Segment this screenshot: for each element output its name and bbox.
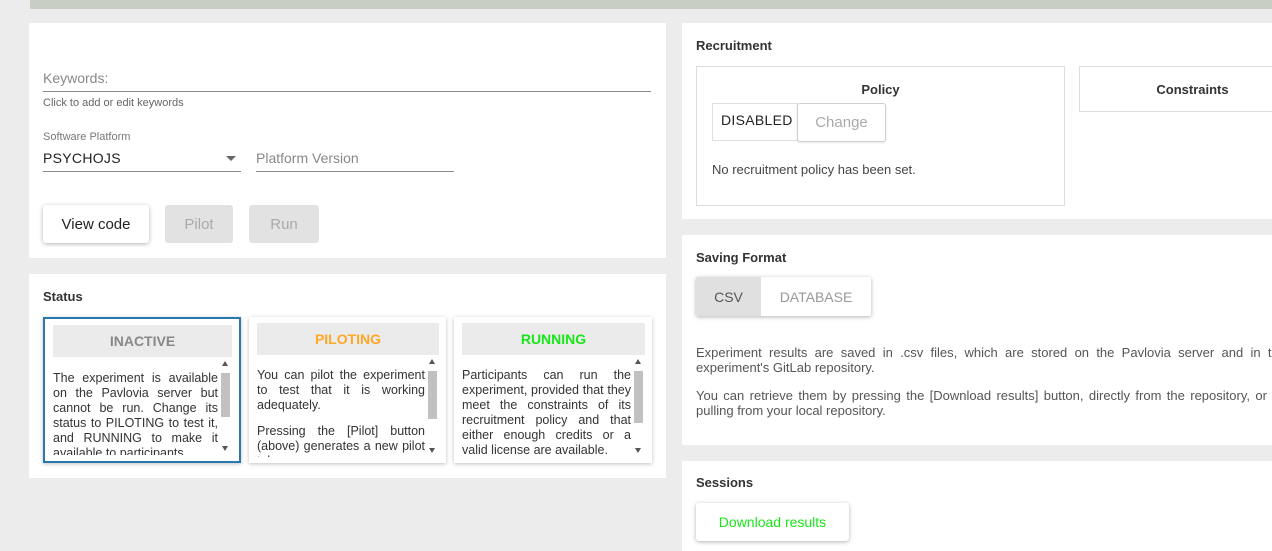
saving-format-description-1: Experiment results are saved in .csv fil… (696, 345, 1272, 375)
keywords-field[interactable]: Keywords: (43, 70, 108, 86)
recruitment-title: Recruitment (696, 38, 772, 53)
scroll-down-icon[interactable] (429, 448, 435, 453)
platform-version-input[interactable]: Platform Version (256, 150, 359, 166)
keywords-underline (43, 91, 651, 92)
scroll-up-icon[interactable] (429, 359, 435, 364)
policy-note: No recruitment policy has been set. (712, 162, 916, 177)
pilot-button[interactable]: Pilot (165, 205, 233, 243)
sessions-card: Sessions Download results (682, 461, 1272, 551)
scroll-up-icon[interactable] (222, 361, 228, 366)
saving-format-card: Saving Format CSV DATABASE Experiment re… (682, 235, 1272, 445)
change-policy-button[interactable]: Change (797, 103, 886, 142)
view-code-button[interactable]: View code (43, 205, 149, 243)
chevron-down-icon[interactable] (226, 156, 236, 161)
status-inactive-label: INACTIVE (53, 325, 232, 357)
experiment-settings-card: Keywords: Click to add or edit keywords … (29, 23, 666, 258)
status-inactive-description: The experiment is available on the Pavlo… (53, 371, 218, 455)
scroll-down-icon[interactable] (635, 448, 641, 453)
status-card: Status INACTIVE The experiment is availa… (29, 274, 666, 478)
policy-state: DISABLED (712, 103, 798, 141)
software-platform-label: Software Platform (43, 131, 131, 143)
saving-format-toggle[interactable]: CSV DATABASE (696, 277, 871, 316)
format-csv-option[interactable]: CSV (696, 277, 761, 316)
status-inactive-option[interactable]: INACTIVE The experiment is available on … (43, 317, 241, 463)
scrollbar[interactable] (633, 357, 644, 455)
scrollbar[interactable] (220, 359, 231, 453)
constraints-title: Constraints (1156, 82, 1229, 97)
status-piloting-description: You can pilot the experiment to test tha… (257, 368, 425, 457)
download-results-button[interactable]: Download results (696, 503, 849, 541)
status-running-label: RUNNING (462, 323, 645, 355)
recruitment-card: Recruitment Policy DISABLED Change No re… (682, 23, 1272, 219)
header-banner (30, 0, 1272, 9)
status-running-description: Participants can run the experiment, pro… (462, 368, 631, 457)
status-running-option[interactable]: RUNNING Participants can run the experim… (454, 317, 652, 463)
sessions-title: Sessions (696, 475, 754, 490)
software-platform-select[interactable]: PSYCHOJS (43, 150, 121, 166)
status-piloting-option[interactable]: PILOTING You can pilot the experiment to… (249, 317, 446, 463)
format-database-option[interactable]: DATABASE (761, 277, 871, 316)
status-piloting-label: PILOTING (257, 323, 439, 355)
software-platform-underline (43, 171, 241, 172)
policy-title: Policy (861, 82, 900, 97)
scroll-down-icon[interactable] (222, 446, 228, 451)
platform-version-underline (256, 171, 454, 172)
scrollbar[interactable] (427, 357, 438, 455)
saving-format-title: Saving Format (696, 250, 787, 265)
saving-format-description-2: You can retrieve them by pressing the [D… (696, 388, 1272, 418)
policy-box: Policy DISABLED Change No recruitment po… (696, 66, 1065, 206)
keywords-help-text: Click to add or edit keywords (43, 97, 184, 109)
constraints-box: Constraints (1079, 66, 1272, 112)
scroll-up-icon[interactable] (635, 359, 641, 364)
status-title: Status (43, 289, 83, 304)
run-button[interactable]: Run (249, 205, 319, 243)
